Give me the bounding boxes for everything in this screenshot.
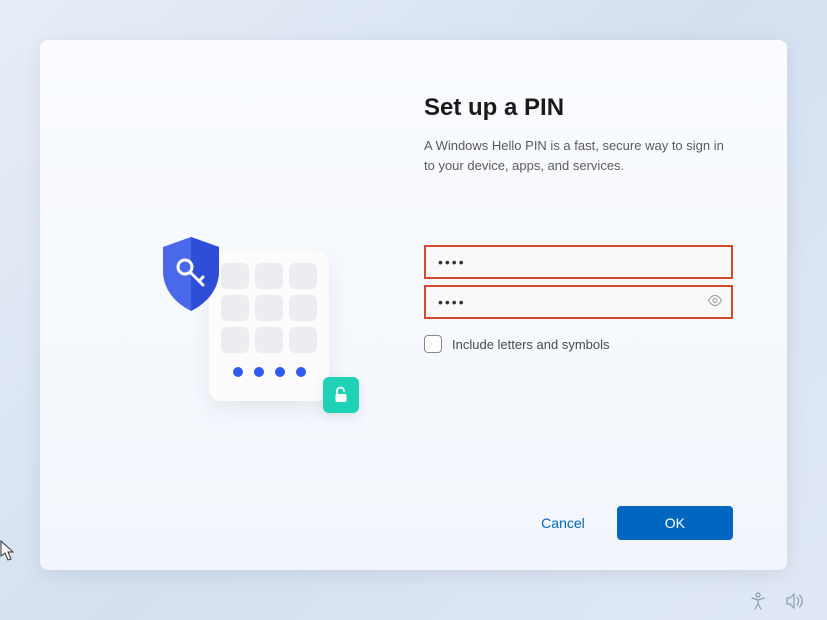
cursor-icon xyxy=(0,540,16,562)
new-pin-input[interactable] xyxy=(424,245,733,279)
lock-open-icon xyxy=(323,377,359,413)
ok-button[interactable]: OK xyxy=(617,506,733,540)
illustration-wrap xyxy=(139,215,359,415)
include-letters-label: Include letters and symbols xyxy=(452,337,610,352)
dialog-subtitle: A Windows Hello PIN is a fast, secure wa… xyxy=(424,136,724,175)
volume-icon[interactable] xyxy=(785,592,805,610)
reveal-password-icon[interactable] xyxy=(707,295,723,310)
dialog-content: Set up a PIN A Windows Hello PIN is a fa… xyxy=(404,90,733,540)
taskbar-tray xyxy=(749,592,805,610)
confirm-pin-input[interactable] xyxy=(424,285,733,319)
include-letters-row: Include letters and symbols xyxy=(424,335,733,353)
include-letters-checkbox[interactable] xyxy=(424,335,442,353)
dialog-buttons: Cancel OK xyxy=(424,486,733,540)
pin-illustration xyxy=(94,90,404,540)
accessibility-icon[interactable] xyxy=(749,592,767,610)
shield-key-icon xyxy=(157,235,225,313)
keypad-grid xyxy=(221,263,317,353)
cancel-button[interactable]: Cancel xyxy=(527,507,599,539)
dialog-title: Set up a PIN xyxy=(424,94,733,122)
pin-dots xyxy=(221,367,317,377)
pin-setup-dialog: Set up a PIN A Windows Hello PIN is a fa… xyxy=(40,40,787,570)
keypad-icon xyxy=(209,251,329,401)
